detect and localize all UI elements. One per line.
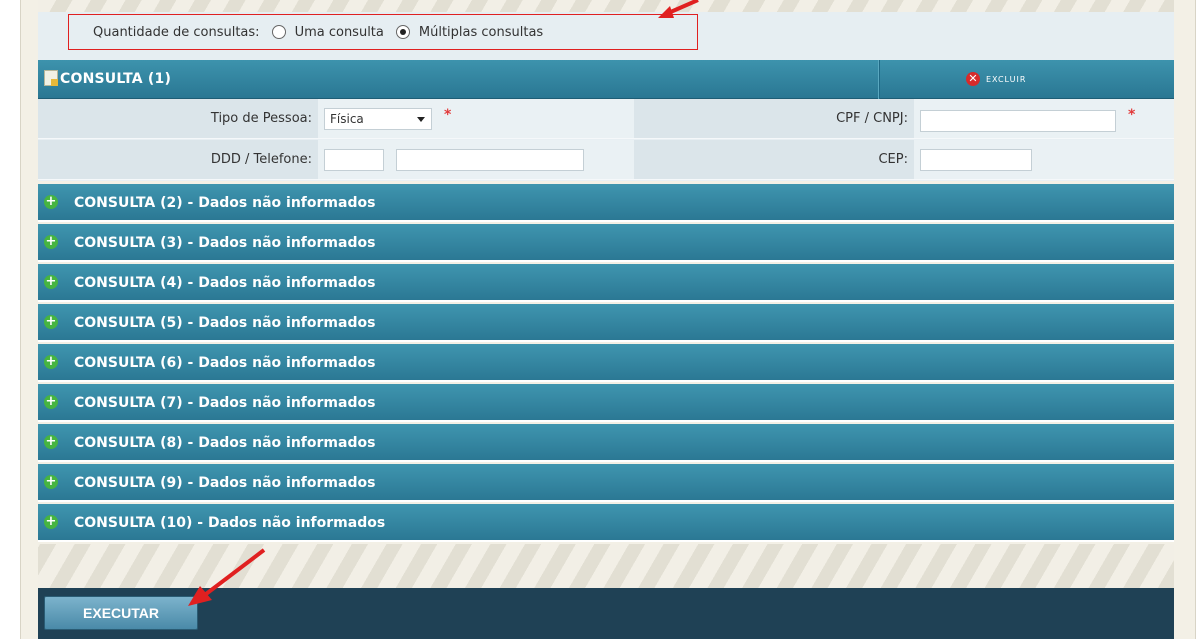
plus-icon: + (44, 434, 58, 449)
accordion-consulta-4[interactable]: + CONSULTA (4) - Dados não informados (38, 264, 1174, 302)
consulta-1-title: CONSULTA (1) (60, 71, 172, 87)
tipo-pessoa-value: Física (330, 112, 364, 126)
chevron-down-icon (417, 117, 425, 122)
accordion-label: CONSULTA (10) - Dados não informados (74, 515, 386, 531)
required-mark: * (444, 107, 452, 123)
accordion-consulta-3[interactable]: + CONSULTA (3) - Dados não informados (38, 224, 1174, 262)
accordion-label: CONSULTA (2) - Dados não informados (74, 195, 376, 211)
accordion-label: CONSULTA (7) - Dados não informados (74, 395, 376, 411)
tipo-pessoa-cell: Física * (318, 99, 634, 139)
annotation-arrow-top (658, 0, 699, 18)
radio-multiplas-consultas-label[interactable]: Múltiplas consultas (419, 25, 543, 40)
telefone-input[interactable] (396, 149, 584, 171)
accordion-label: CONSULTA (6) - Dados não informados (74, 355, 376, 371)
delete-icon: ✕ (966, 72, 980, 86)
plus-icon: + (44, 314, 58, 329)
document-icon (44, 70, 58, 86)
cpf-cnpj-input[interactable] (920, 110, 1116, 132)
accordion-consulta-6[interactable]: + CONSULTA (6) - Dados não informados (38, 344, 1174, 382)
execute-button[interactable]: EXECUTAR (44, 596, 198, 630)
plus-icon: + (44, 474, 58, 489)
accordion-consulta-2[interactable]: + CONSULTA (2) - Dados não informados (38, 184, 1174, 222)
consulta-1-header: CONSULTA (1) ✕ EXCLUIR (38, 60, 1174, 99)
quantity-label: Quantidade de consultas: (93, 24, 260, 40)
cpf-cnpj-label: CPF / CNPJ: (634, 99, 914, 139)
delete-label: EXCLUIR (986, 74, 1027, 84)
plus-icon: + (44, 274, 58, 289)
accordion-label: CONSULTA (8) - Dados não informados (74, 435, 376, 451)
accordion-consulta-10[interactable]: + CONSULTA (10) - Dados não informados (38, 504, 1174, 542)
cep-cell (914, 140, 1174, 180)
decorative-stripes-top (38, 0, 1174, 12)
plus-icon: + (44, 354, 58, 369)
plus-icon: + (44, 234, 58, 249)
consulta-1-form: Tipo de Pessoa: Física * CPF / CNPJ: * D… (38, 99, 1174, 181)
radio-multiplas-consultas[interactable] (395, 25, 410, 39)
annotation-arrow-bottom (188, 548, 266, 606)
quantity-row: Quantidade de consultas: Uma consulta Mú… (38, 12, 1174, 60)
radio-uma-consulta-label[interactable]: Uma consulta (295, 25, 384, 40)
ddd-input[interactable] (324, 149, 384, 171)
delete-consulta-button[interactable]: ✕ EXCLUIR (966, 72, 1026, 86)
accordion-consulta-8[interactable]: + CONSULTA (8) - Dados não informados (38, 424, 1174, 462)
quantity-highlight-box: Quantidade de consultas: Uma consulta Mú… (68, 14, 698, 50)
accordion-label: CONSULTA (9) - Dados não informados (74, 475, 376, 491)
accordion-consulta-7[interactable]: + CONSULTA (7) - Dados não informados (38, 384, 1174, 422)
header-divider (878, 60, 880, 99)
tipo-pessoa-label: Tipo de Pessoa: (38, 99, 318, 139)
plus-icon: + (44, 194, 58, 209)
ddd-telefone-cell (318, 140, 634, 180)
tipo-pessoa-select[interactable]: Física (324, 108, 432, 130)
plus-icon: + (44, 394, 58, 409)
accordion-label: CONSULTA (4) - Dados não informados (74, 275, 376, 291)
accordion-label: CONSULTA (3) - Dados não informados (74, 235, 376, 251)
accordion-consulta-5[interactable]: + CONSULTA (5) - Dados não informados (38, 304, 1174, 342)
plus-icon: + (44, 514, 58, 529)
accordion-consulta-9[interactable]: + CONSULTA (9) - Dados não informados (38, 464, 1174, 502)
cep-input[interactable] (920, 149, 1032, 171)
accordion-label: CONSULTA (5) - Dados não informados (74, 315, 376, 331)
radio-uma-consulta[interactable] (271, 25, 286, 39)
ddd-telefone-label: DDD / Telefone: (38, 140, 318, 180)
cep-label: CEP: (634, 140, 914, 180)
cpf-cnpj-cell: * (914, 99, 1174, 139)
required-mark: * (1128, 107, 1136, 123)
